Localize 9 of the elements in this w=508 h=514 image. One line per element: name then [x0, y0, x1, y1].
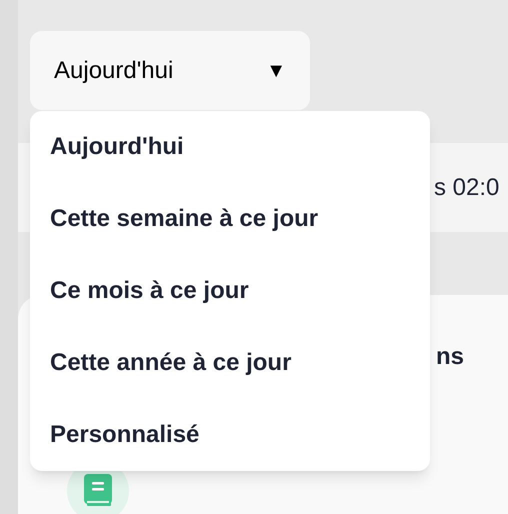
menu-option[interactable]: Cette semaine à ce jour: [30, 183, 430, 255]
period-dropdown[interactable]: Aujourd'hui ▼: [30, 31, 310, 110]
menu-option[interactable]: Ce mois à ce jour: [30, 255, 430, 327]
menu-option[interactable]: Personnalisé: [30, 399, 430, 471]
menu-option[interactable]: Aujourd'hui: [30, 111, 430, 183]
card-title: ns: [436, 342, 464, 372]
menu-option[interactable]: Cette année à ce jour: [30, 327, 430, 399]
info-text: s 02:0: [434, 172, 500, 202]
caret-icon: ▼: [266, 56, 286, 86]
